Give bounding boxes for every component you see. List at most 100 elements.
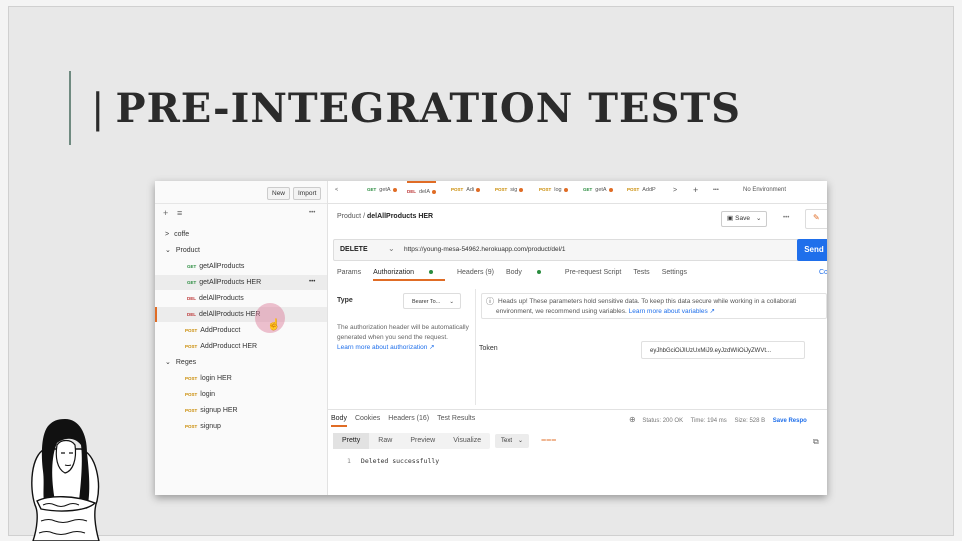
new-button[interactable]: New [267,187,291,200]
request-label: delAllProducts HER [199,311,261,318]
tab-headers[interactable]: Headers (9) [457,269,494,276]
request-add-producct[interactable]: POST AddProducct [185,323,240,338]
environment-select[interactable]: No Environment [743,187,786,193]
tab-label: Authorization [373,269,414,276]
tab-tests[interactable]: Tests [633,269,649,276]
response-format-bar: Pretty Raw Preview Visualize [333,433,491,449]
format-visualize[interactable]: Visualize [444,433,490,449]
folder-reges[interactable]: ⌄ Reges [165,355,196,370]
format-raw[interactable]: Raw [369,433,401,449]
tab-request[interactable]: POST Adi [451,187,481,193]
request-label: login [200,391,216,398]
edit-button[interactable]: ✎ [805,209,827,229]
folder-coffe[interactable]: > coffe [165,227,189,242]
request-label: login HER [200,375,232,382]
response-tab-body[interactable]: Body [331,415,347,427]
auth-type-value: Bearer To... [412,299,441,305]
format-pretty[interactable]: Pretty [333,433,370,449]
save-response-button[interactable]: Save Respo [773,418,807,424]
response-tab-cookies[interactable]: Cookies [355,415,380,422]
more-icon[interactable]: ••• [783,215,789,221]
save-label: Save [735,215,750,222]
title-accent-line [69,71,71,145]
format-type-select[interactable]: Text ⌄ [495,434,530,448]
tab-request[interactable]: POST log [539,187,568,193]
request-del-all-products-her[interactable]: DEL delAllProducts HER [155,307,327,322]
url-input[interactable]: https://young-mesa-54962.herokuapp.com/p… [404,246,566,253]
info-icon: ⓘ [486,297,494,306]
format-type-value: Text [501,438,513,444]
method-badge: POST [185,328,198,333]
response-tab-headers[interactable]: Headers (16) [388,415,429,422]
variables-link[interactable]: Learn more about variables ↗ [629,308,715,315]
token-input[interactable]: eyJhbGciOiJIUzUxMiJ9.eyJzdWIiOiJyZWVt... [641,341,805,359]
request-label: delAllProducts [199,295,244,302]
request-login[interactable]: POST login [185,387,215,402]
method-select[interactable]: DELETE [340,246,368,253]
slide-title: | PRE-INTEGRATION TESTS [91,85,741,132]
chevron-down-icon: ⌄ [165,247,171,254]
tab-request[interactable]: POST AddP [627,187,656,193]
filter-icon[interactable]: ≡ [177,208,182,218]
wrap-lines-icon[interactable]: ⩶ [541,434,556,445]
more-icon[interactable]: ••• [309,210,315,216]
request-get-all-products-her[interactable]: GET getAllProducts HER ••• [155,275,327,290]
import-button[interactable]: Import [293,187,322,200]
send-button[interactable]: Send [797,239,827,261]
tab-pre-request-script[interactable]: Pre-request Script [565,269,621,276]
tab-authorization[interactable]: Authorization [373,269,445,281]
method-badge: DEL [187,296,196,301]
unsaved-dot [432,189,437,194]
request-label: AddProducct HER [200,343,258,350]
auth-divider [475,289,476,405]
save-icon: ▣ [727,215,734,222]
auth-type-select[interactable]: Bearer To... ⌄ [403,293,461,309]
method-badge: POST [627,187,640,192]
method-badge: DEL [407,189,416,194]
tab-body[interactable]: Body [506,269,553,276]
method-badge: POST [451,187,464,192]
copy-icon[interactable]: ⧉ [813,437,819,447]
token-label: Token [479,345,498,352]
response-time: Time: 194 ms [690,418,727,424]
tabs-more-icon[interactable]: ••• [713,187,719,193]
request-login-her[interactable]: POST login HER [185,371,232,386]
auth-type-label: Type [337,297,353,304]
request-label: signup HER [200,407,238,414]
request-label: getAllProducts HER [199,279,262,286]
unsaved-dot [608,187,613,192]
request-signup[interactable]: POST signup [185,419,221,434]
request-tabs: < GET getA DEL delA POST Adi POST sig POST lo… [327,181,827,204]
tab-request-active[interactable]: DEL delA [407,181,437,195]
auth-learn-link[interactable]: Learn more about authorization ↗ [337,344,435,351]
line-number: 1 [347,457,351,465]
request-signup-her[interactable]: POST signup HER [185,403,238,418]
response-tab-test-results[interactable]: Test Results [437,415,475,422]
title-bar-glyph: | [91,86,106,132]
response-tabs: Body Cookies Headers (16) Test Results [331,415,483,427]
chevron-down-icon: ⌄ [755,215,762,222]
request-get-all-products[interactable]: GET getAllProducts [187,259,244,274]
response-text: Deleted successfully [360,457,440,465]
tab-params[interactable]: Params [337,269,361,276]
breadcrumb-parent[interactable]: Product [337,213,361,220]
request-add-producct-her[interactable]: POST AddProducct HER [185,339,257,354]
tab-request[interactable]: POST sig [495,187,524,193]
more-icon[interactable]: ••• [309,275,315,290]
tab-settings[interactable]: Settings [662,269,687,276]
add-icon[interactable]: + [163,208,168,218]
request-del-all-products[interactable]: DEL delAllProducts [187,291,244,306]
unsaved-dot [563,187,568,192]
cookies-link[interactable]: Co [819,269,827,276]
tabs-prev-icon[interactable]: < [335,187,338,193]
format-preview[interactable]: Preview [401,433,444,449]
chevron-down-icon: ⌄ [388,244,395,253]
tab-request[interactable]: GET getA [367,187,397,193]
new-tab-icon[interactable]: + [693,185,698,195]
response-status: Status: 200 OK [642,418,684,424]
tab-request[interactable]: GET getA [583,187,613,193]
folder-product[interactable]: ⌄ Product [165,243,200,258]
save-button[interactable]: ▣ Save ⌄ [721,211,768,227]
request-label: signup [200,423,221,430]
tabs-next-icon[interactable]: > [673,187,677,194]
